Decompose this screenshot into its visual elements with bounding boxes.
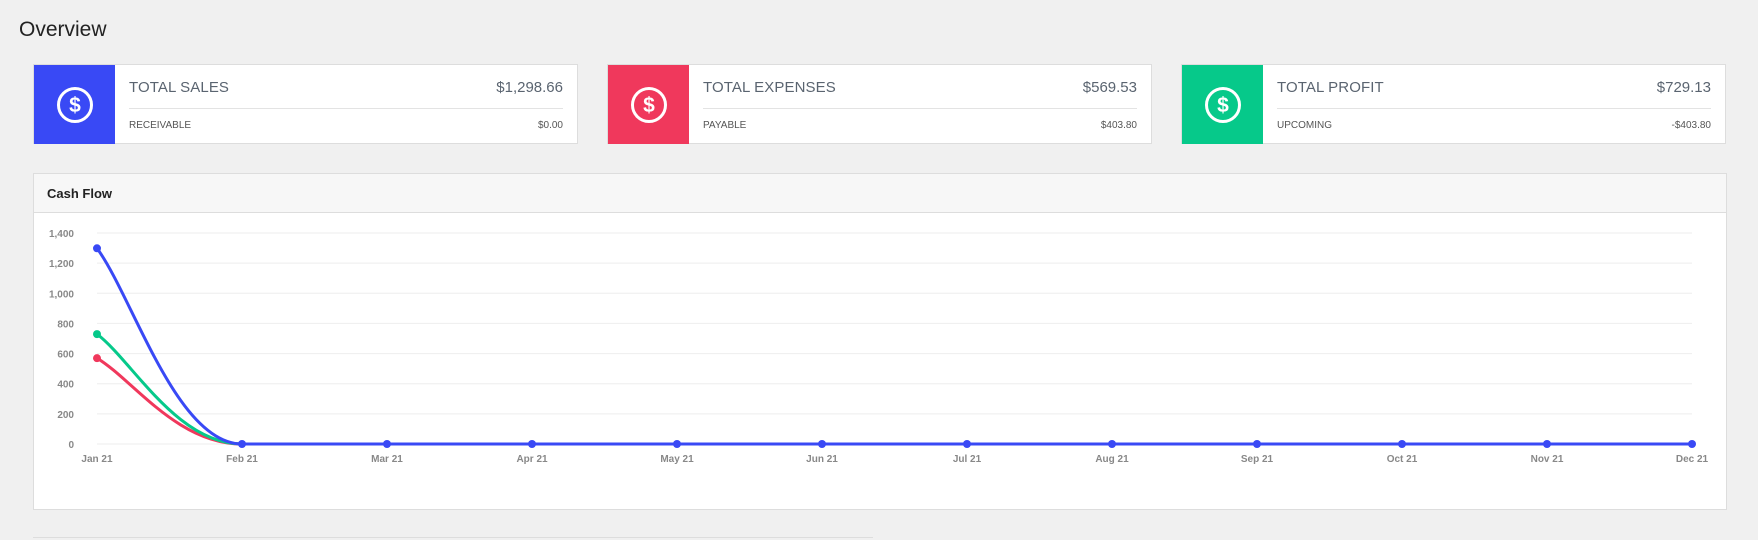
x-tick-label: Feb 21: [226, 454, 258, 465]
series-point-2: [93, 244, 101, 253]
receivable-label: RECEIVABLE: [129, 120, 192, 131]
series-point-2: [1688, 440, 1696, 448]
cash-flow-panel: Cash Flow 0 200 400 600 800 1,000 1,200 1,400 Ja…: [33, 173, 1727, 510]
x-tick-label: Oct 21: [1387, 454, 1418, 465]
x-tick-label: May 21: [660, 454, 694, 465]
payable-value: $403.80: [1100, 120, 1137, 131]
dollar-circle-icon: $: [1204, 86, 1241, 123]
series-point-0: [93, 354, 101, 363]
page-title: Overview: [19, 18, 107, 41]
y-tick-label: 0: [68, 440, 74, 451]
series-point-2: [963, 440, 971, 448]
dollar-circle-icon: $: [56, 86, 93, 123]
x-tick-label: Sep 21: [1241, 454, 1274, 465]
svg-text:$: $: [643, 94, 655, 117]
series-point-2: [673, 440, 681, 448]
upcoming-label: UPCOMING: [1277, 120, 1332, 131]
series-point-2: [1108, 440, 1116, 448]
y-tick-label: 600: [57, 350, 74, 361]
total-sales-main-row: TOTAL SALES $1,298.66: [129, 65, 563, 109]
dollar-circle-icon: $: [630, 86, 667, 123]
total-sales-title: TOTAL SALES: [129, 79, 230, 96]
receivable-value: $0.00: [537, 120, 563, 131]
series-point-2: [1253, 440, 1261, 448]
x-tick-label: Dec 21: [1676, 454, 1709, 465]
y-tick-label: 1,400: [49, 229, 74, 240]
total-profit-main-row: TOTAL PROFIT $729.13: [1277, 65, 1711, 109]
total-sales-icon-box: $: [34, 65, 115, 144]
x-tick-label: Nov 21: [1531, 454, 1564, 465]
x-tick-label: Jan 21: [81, 454, 113, 465]
x-tick-label: Jul 21: [953, 454, 982, 465]
total-profit-amount: $729.13: [1656, 79, 1711, 96]
x-tick-label: Apr 21: [516, 454, 548, 465]
series-line-2: [95, 246, 1694, 446]
x-tick-label: Jun 21: [806, 454, 838, 465]
series-point-2: [383, 440, 391, 448]
series-point-2: [1398, 440, 1406, 448]
total-expenses-title: TOTAL EXPENSES: [703, 79, 836, 96]
svg-text:$: $: [69, 94, 81, 117]
y-tick-label: 400: [57, 380, 74, 391]
x-tick-label: Mar 21: [371, 454, 403, 465]
series-line-1: [95, 332, 1694, 446]
total-expenses-icon-box: $: [608, 65, 689, 144]
total-expenses-card: $ TOTAL EXPENSES $569.53 PAYABLE $403.80: [607, 64, 1152, 144]
series-point-2: [1543, 440, 1551, 448]
cash-flow-chart: 0 200 400 600 800 1,000 1,200 1,400 Jan 21 Feb 21…: [49, 229, 1709, 465]
y-tick-label: 1,200: [49, 259, 74, 270]
total-sales-amount: $1,298.66: [496, 79, 563, 96]
cash-flow-title: Cash Flow: [47, 186, 113, 201]
y-tick-label: 1,000: [49, 289, 74, 300]
y-tick-label: 800: [57, 319, 74, 330]
total-sales-card: $ TOTAL SALES $1,298.66 RECEIVABLE $0.00: [33, 64, 578, 144]
upcoming-value: -$403.80: [1671, 120, 1711, 131]
series-point-1: [93, 330, 101, 339]
total-profit-title: TOTAL PROFIT: [1277, 79, 1384, 96]
series-point-2: [818, 440, 826, 448]
series-line-0: [95, 356, 1694, 446]
series-point-2: [238, 440, 246, 448]
series-point-2: [528, 440, 536, 448]
svg-text:$: $: [1217, 94, 1229, 117]
total-expenses-main-row: TOTAL EXPENSES $569.53: [703, 65, 1137, 109]
payable-label: PAYABLE: [703, 120, 747, 131]
total-profit-card: $ TOTAL PROFIT $729.13 UPCOMING -$403.80: [1181, 64, 1726, 144]
y-tick-label: 200: [57, 410, 74, 421]
total-expenses-amount: $569.53: [1082, 79, 1137, 96]
x-tick-label: Aug 21: [1095, 454, 1129, 465]
total-profit-icon-box: $: [1182, 65, 1263, 144]
cash-flow-panel-header: Cash Flow: [34, 174, 1726, 213]
